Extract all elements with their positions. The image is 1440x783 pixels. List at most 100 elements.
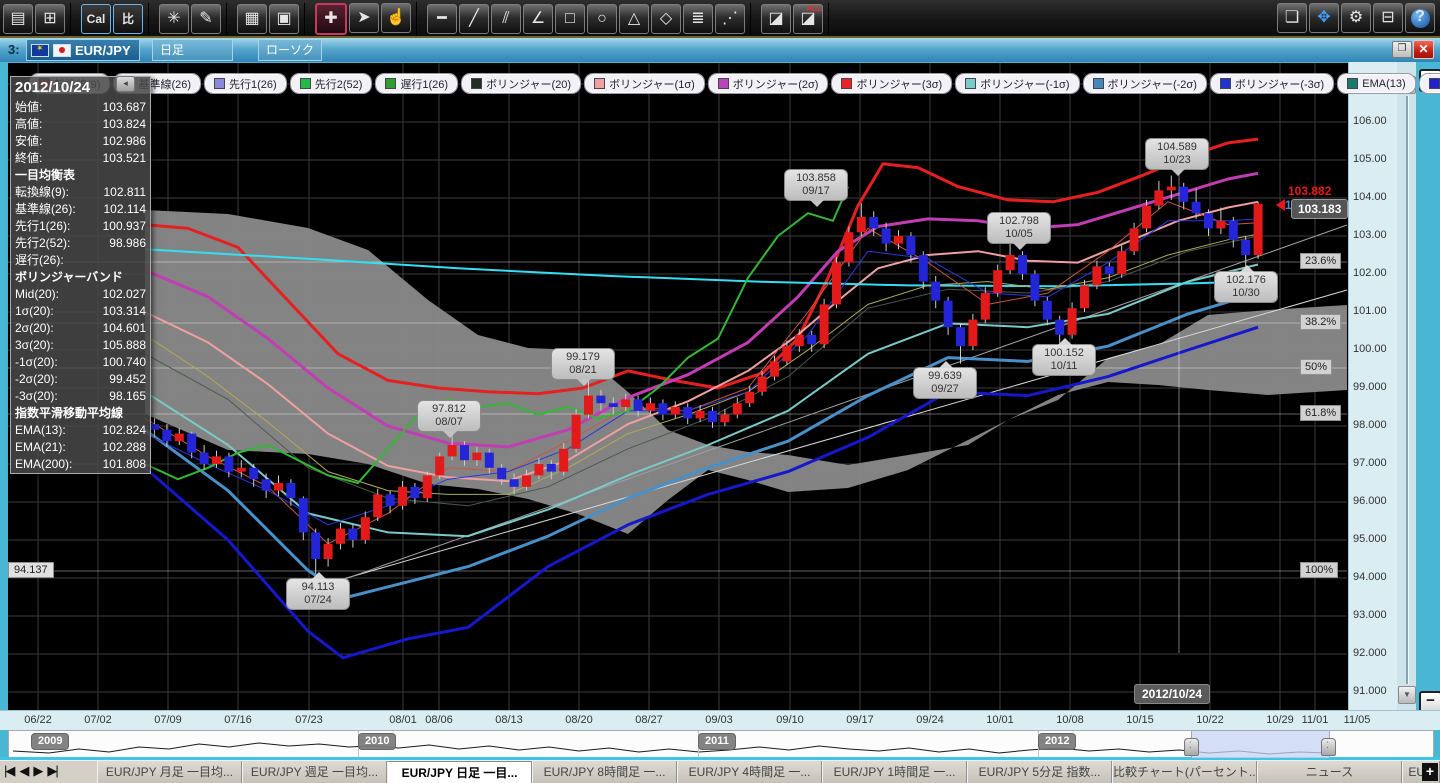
scroll-last-button[interactable]: ▶| — [47, 763, 56, 779]
tab-item-8[interactable]: ニュース — [1257, 761, 1402, 783]
legend-pill-13[interactable]: EMA(21) — [1420, 74, 1440, 93]
info-row-label: Mid(20): — [15, 286, 59, 303]
trendline-tool-button[interactable]: ╱ — [459, 4, 489, 34]
callout-price: 102.798 — [988, 215, 1050, 228]
history-navigator[interactable]: 2009201020112012 — [8, 730, 1434, 759]
info-row-label: 3σ(20): — [15, 337, 54, 354]
window-close-button[interactable]: ✕ — [1413, 40, 1434, 59]
chart-window-titlebar[interactable]: 3: EUR/JPY 日足 ローソク ❐ ✕ — [0, 38, 1440, 62]
tab-item-1[interactable]: EUR/JPY 週足 一目均... — [242, 761, 387, 783]
fan-tool-button[interactable]: ⋰ — [715, 4, 745, 34]
legend-color-swatch — [385, 78, 396, 89]
date-axis-label: 07/23 — [295, 714, 323, 726]
scroll-next-button[interactable]: ▶ — [33, 763, 41, 779]
tab-item-7[interactable]: 比較チャート(パーセント... — [1112, 761, 1257, 783]
toolbar-right-groups: ❏✥ ⚙ ⊟? — [1276, 2, 1436, 34]
cursor-tool-button[interactable]: ➤ — [349, 3, 379, 33]
legend-pill-7[interactable]: ボリンジャー(2σ) — [709, 74, 828, 93]
tab-item-6[interactable]: EUR/JPY 5分足 指数... — [967, 761, 1112, 783]
triangle-tool-button[interactable]: △ — [619, 4, 649, 34]
add-tab-button[interactable]: + — [1422, 763, 1438, 781]
eraser-button[interactable]: ◪ — [761, 4, 791, 34]
save-button[interactable]: ▣ — [269, 4, 299, 34]
info-row-label: 1σ(20): — [15, 303, 54, 320]
callout-date: 10/23 — [1146, 154, 1208, 167]
chart-type-selector[interactable]: ローソク — [258, 39, 322, 61]
legend-pill-2[interactable]: 先行1(26) — [205, 74, 286, 93]
navigator-selection[interactable] — [1191, 731, 1330, 758]
scrollbar-track[interactable] — [1406, 96, 1409, 684]
legend-pill-8[interactable]: ボリンジャー(3σ) — [832, 74, 951, 93]
legend-pill-9[interactable]: ボリンジャー(-1σ) — [956, 74, 1078, 93]
date-axis-label: 07/02 — [84, 714, 112, 726]
date-axis-label: 08/06 — [425, 714, 453, 726]
timeframe-selector[interactable]: 日足 — [152, 39, 233, 61]
price-axis[interactable]: 107.00106.00105.00104.00103.00102.00101.… — [1348, 62, 1398, 728]
info-section-header: 指数平滑移動平均線 — [11, 405, 150, 422]
currency-pair-box[interactable]: EUR/JPY — [26, 39, 140, 61]
chart-settings-button[interactable]: ▦ — [237, 4, 267, 34]
callout-pointer — [1058, 338, 1072, 345]
new-chart-button[interactable]: ⊞ — [35, 4, 65, 34]
settings-gear-button[interactable]: ⚙ — [1341, 3, 1371, 33]
price-axis-label: 94.000 — [1353, 571, 1387, 583]
crosshair-tool-button[interactable]: ✚ — [315, 3, 347, 35]
pentagon-tool-button[interactable]: ◇ — [651, 4, 681, 34]
info-row-label: 安値: — [15, 133, 42, 150]
date-axis[interactable]: 06/2207/0207/0907/1607/2308/0108/0608/13… — [0, 710, 1440, 730]
vertical-scrollbar[interactable]: ▲ ▼ — [1397, 62, 1416, 728]
tab-item-2[interactable]: EUR/JPY 日足 一目... — [387, 761, 532, 783]
chart-callout: 102.79810/05 — [987, 212, 1051, 244]
chart-canvas[interactable]: 転換線(9)基準線(26)先行1(26)先行2(52)遅行1(26)ボリンジャー… — [8, 63, 1348, 710]
tab-item-3[interactable]: EUR/JPY 8時間足 一... — [532, 761, 677, 783]
help-button[interactable]: ? — [1405, 3, 1435, 33]
tab-item-5[interactable]: EUR/JPY 1時間足 一... — [822, 761, 967, 783]
legend-pill-5[interactable]: ボリンジャー(20) — [462, 74, 580, 93]
legend-pill-4[interactable]: 遅行1(26) — [376, 74, 457, 93]
print-button[interactable]: ⊟ — [1373, 3, 1403, 33]
info-row: -3σ(20):98.165 — [11, 388, 150, 405]
rectangle-tool-button[interactable]: □ — [555, 4, 585, 34]
price-axis-label: 104.00 — [1353, 191, 1387, 203]
info-row-label: -2σ(20): — [15, 371, 58, 388]
legend-pill-3[interactable]: 先行2(52) — [291, 74, 372, 93]
windows-button[interactable]: ❏ — [1277, 3, 1307, 33]
fibonacci-tool-button[interactable]: ≣ — [683, 4, 713, 34]
hand-tool-icon: ☝ — [386, 10, 406, 26]
navigator-left-handle[interactable] — [1184, 738, 1199, 756]
legend-pill-label: ボリンジャー(1σ) — [609, 76, 695, 92]
callout-price: 103.858 — [785, 172, 847, 185]
indicator-button[interactable]: ✳ — [159, 4, 189, 34]
calendar-button[interactable]: Cal — [81, 4, 111, 34]
tab-item-0[interactable]: EUR/JPY 月足 一目均... — [97, 761, 242, 783]
window-restore-button[interactable]: ❐ — [1392, 41, 1412, 58]
halfline-tool-button[interactable]: ∠ — [523, 4, 553, 34]
legend-pill-10[interactable]: ボリンジャー(-2σ) — [1084, 74, 1206, 93]
parallel-lines-tool-button[interactable]: ⫽ — [491, 4, 521, 34]
crosshair-date-badge: 2012/10/24 — [1134, 684, 1210, 704]
circle-tool-button[interactable]: ○ — [587, 4, 617, 34]
settings-gear-icon: ⚙ — [1349, 10, 1363, 26]
draw-pencil-button[interactable]: ✎ — [191, 4, 221, 34]
tab-item-4[interactable]: EUR/JPY 4時間足 一... — [677, 761, 822, 783]
trading-app-window: ▤⊞ Cal比 ✳✎ ▦▣ ✚➤ ☝ ━╱⫽∠□○△◇≣⋰ ◪◪ALL ❏✥ ⚙ ⊟? 3: EU… — [0, 0, 1440, 783]
compare-button[interactable]: 比 — [113, 4, 143, 34]
legend-pill-11[interactable]: ボリンジャー(-3σ) — [1211, 74, 1333, 93]
legend-pill-label: ボリンジャー(2σ) — [733, 76, 819, 92]
main-toolbar: ▤⊞ Cal比 ✳✎ ▦▣ ✚➤ ☝ ━╱⫽∠□○△◇≣⋰ ◪◪ALL ❏✥ ⚙ ⊟? — [0, 0, 1440, 38]
expand-button[interactable]: ✥ — [1309, 3, 1339, 33]
navigator-right-handle[interactable] — [1321, 738, 1336, 756]
info-row-label: 終値: — [15, 150, 42, 167]
hline-tool-button[interactable]: ━ — [427, 4, 457, 34]
scroll-down-button[interactable]: ▼ — [1398, 686, 1416, 704]
hand-tool-button[interactable]: ☝ — [381, 3, 411, 33]
scroll-first-button[interactable]: |◀ — [4, 763, 13, 779]
info-panel-collapse-button[interactable]: ◂ — [116, 76, 135, 92]
eraser-all-button[interactable]: ◪ALL — [793, 4, 823, 34]
toolbar-left-groups: ▤⊞ Cal比 ✳✎ ▦▣ ✚➤ ☝ ━╱⫽∠□○△◇≣⋰ ◪◪ALL — [2, 2, 838, 36]
legend-pill-6[interactable]: ボリンジャー(1σ) — [585, 74, 704, 93]
chart-list-button[interactable]: ▤ — [3, 4, 33, 34]
scroll-prev-button[interactable]: ◀ — [19, 763, 27, 779]
legend-pill-12[interactable]: EMA(13) — [1338, 74, 1414, 93]
info-row: EMA(200):101.808 — [11, 456, 150, 473]
